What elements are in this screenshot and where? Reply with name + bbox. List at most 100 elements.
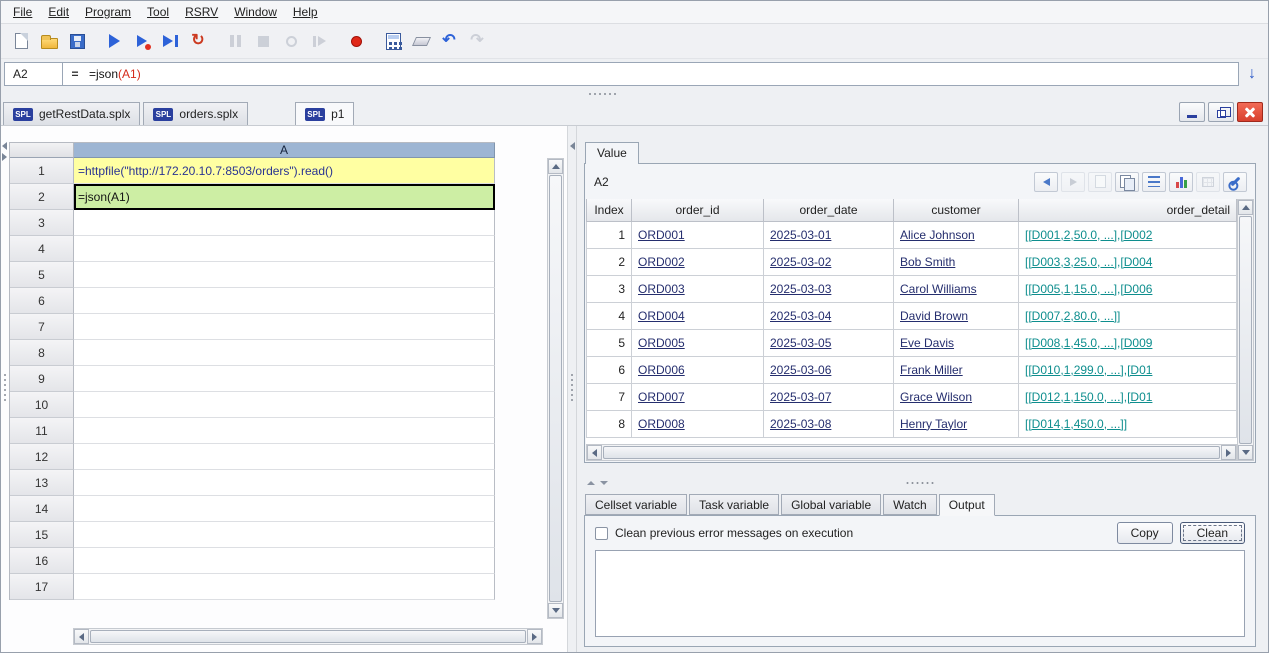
breakpoint-button[interactable] [306,28,332,54]
menu-window[interactable]: Window [226,2,285,22]
value-cell-order-date[interactable]: 2025-03-03 [763,274,894,303]
nav-forward-button[interactable] [1061,171,1085,192]
col-header-customer[interactable]: customer [893,199,1019,222]
tab-watch[interactable]: Watch [883,494,937,515]
row-header-4[interactable]: 4 [10,236,74,262]
value-cell-customer[interactable]: Bob Smith [893,247,1019,276]
value-cell-customer[interactable]: Alice Johnson [893,220,1019,249]
tab-global-variable[interactable]: Global variable [781,494,882,515]
copy-button[interactable]: Copy [1116,522,1173,544]
clear-cells-button[interactable] [408,28,434,54]
expand-formula-button[interactable]: ↓ [1239,62,1265,86]
menu-file[interactable]: File [5,2,40,22]
row-header-7[interactable]: 7 [10,314,74,340]
row-header-9[interactable]: 9 [10,366,74,392]
scroll-left-button[interactable] [74,629,89,644]
row-header-8[interactable]: 8 [10,340,74,366]
splitter-handle[interactable] [4,374,6,401]
value-cell-order-date[interactable]: 2025-03-05 [763,328,894,357]
splitter-collapse-arrows[interactable] [587,481,608,485]
value-cell-order-date[interactable]: 2025-03-06 [763,355,894,384]
value-cell-customer[interactable]: Frank Miller [893,355,1019,384]
menu-help[interactable]: Help [285,2,326,22]
minimize-button[interactable] [1179,102,1205,122]
value-cell-customer[interactable]: Carol Williams [893,274,1019,303]
grid-view-button[interactable] [1196,171,1220,192]
tab-value[interactable]: Value [585,142,639,164]
clean-previous-checkbox[interactable] [595,526,608,540]
calculator-button[interactable] [380,28,406,54]
row-header-17[interactable]: 17 [10,574,74,600]
cell-A1[interactable]: =httpfile("http://172.20.10.7:8503/order… [74,158,495,184]
copy-data-button[interactable] [1115,171,1139,192]
reload-button[interactable]: ↻ [185,28,211,54]
value-cell-order-date[interactable]: 2025-03-07 [763,382,894,411]
scrollbar-thumb[interactable] [603,446,1220,459]
value-cell-order-id[interactable]: ORD003 [631,274,764,303]
cell-A2[interactable]: =json(A1) [74,184,495,210]
row-header-5[interactable]: 5 [10,262,74,288]
row-header-16[interactable]: 16 [10,548,74,574]
menu-edit[interactable]: Edit [40,2,77,22]
cell-A9[interactable] [74,366,495,392]
cell-A4[interactable] [74,236,495,262]
row-header-2[interactable]: 2 [10,184,74,210]
grid-vertical-scrollbar[interactable] [547,158,564,619]
splitter-handle[interactable] [589,93,616,95]
tab-output[interactable]: Output [938,494,995,516]
value-cell-order-detail[interactable]: [[D008,1,45.0, ...],[D009 [1018,328,1237,357]
value-cell-order-detail[interactable]: [[D012,1,150.0, ...],[D01 [1018,382,1237,411]
value-cell-order-id[interactable]: ORD001 [631,220,764,249]
menu-rsrv[interactable]: RSRV [177,2,226,22]
restore-button[interactable] [1208,102,1234,122]
cell-A10[interactable] [74,392,495,418]
value-cell-order-date[interactable]: 2025-03-08 [763,409,894,438]
scrollbar-thumb[interactable] [90,630,526,643]
value-cell-customer[interactable]: Henry Taylor [893,409,1019,438]
view-list-button[interactable] [1142,171,1166,192]
pause-button[interactable] [222,28,248,54]
row-header-3[interactable]: 3 [10,210,74,236]
value-cell-order-id[interactable]: ORD006 [631,355,764,384]
tab-orders-splx[interactable]: SPL orders.splx [143,102,249,125]
cell-reference-box[interactable]: A2 [5,63,63,85]
row-header-10[interactable]: 10 [10,392,74,418]
tab-cellset-variable[interactable]: Cellset variable [585,494,688,515]
step-over-button[interactable] [278,28,304,54]
value-cell-customer[interactable]: David Brown [893,301,1019,330]
cell-A13[interactable] [74,470,495,496]
value-cell-order-id[interactable]: ORD002 [631,247,764,276]
options-button[interactable] [1223,171,1247,192]
table-vertical-scrollbar[interactable] [1237,199,1254,461]
tab-p1[interactable]: SPL p1 [295,102,355,125]
nav-back-button[interactable] [1034,171,1058,192]
cell-A8[interactable] [74,340,495,366]
redo-button[interactable]: ↷ [464,28,490,54]
tab-task-variable[interactable]: Task variable [689,494,780,515]
scroll-up-button[interactable] [548,159,563,174]
value-cell-order-id[interactable]: ORD007 [631,382,764,411]
value-cell-order-detail[interactable]: [[D007,2,80.0, ...]] [1018,301,1237,330]
scrollbar-thumb[interactable] [1239,216,1252,444]
value-cell-order-date[interactable]: 2025-03-02 [763,247,894,276]
value-cell-order-detail[interactable]: [[D005,1,15.0, ...],[D006 [1018,274,1237,303]
value-cell-order-date[interactable]: 2025-03-04 [763,301,894,330]
row-header-12[interactable]: 12 [10,444,74,470]
cell-A16[interactable] [74,548,495,574]
debug-run-button[interactable] [129,28,155,54]
splitter-handle[interactable] [906,482,934,484]
tab-getrestdata-splx[interactable]: SPL getRestData.splx [3,102,141,125]
value-cell-order-detail[interactable]: [[D003,3,25.0, ...],[D004 [1018,247,1237,276]
scroll-right-button[interactable] [1221,445,1236,460]
cell-A14[interactable] [74,496,495,522]
grid-horizontal-scrollbar[interactable] [73,628,543,645]
column-header-A[interactable]: A [74,143,495,158]
splitter-handle[interactable] [571,374,573,401]
cell-A5[interactable] [74,262,495,288]
preview-button[interactable] [1088,171,1112,192]
formula-input[interactable]: =json (A1) [87,63,1238,85]
scroll-right-button[interactable] [527,629,542,644]
scroll-down-button[interactable] [1238,445,1253,460]
cell-A6[interactable] [74,288,495,314]
col-header-order-id[interactable]: order_id [631,199,764,222]
